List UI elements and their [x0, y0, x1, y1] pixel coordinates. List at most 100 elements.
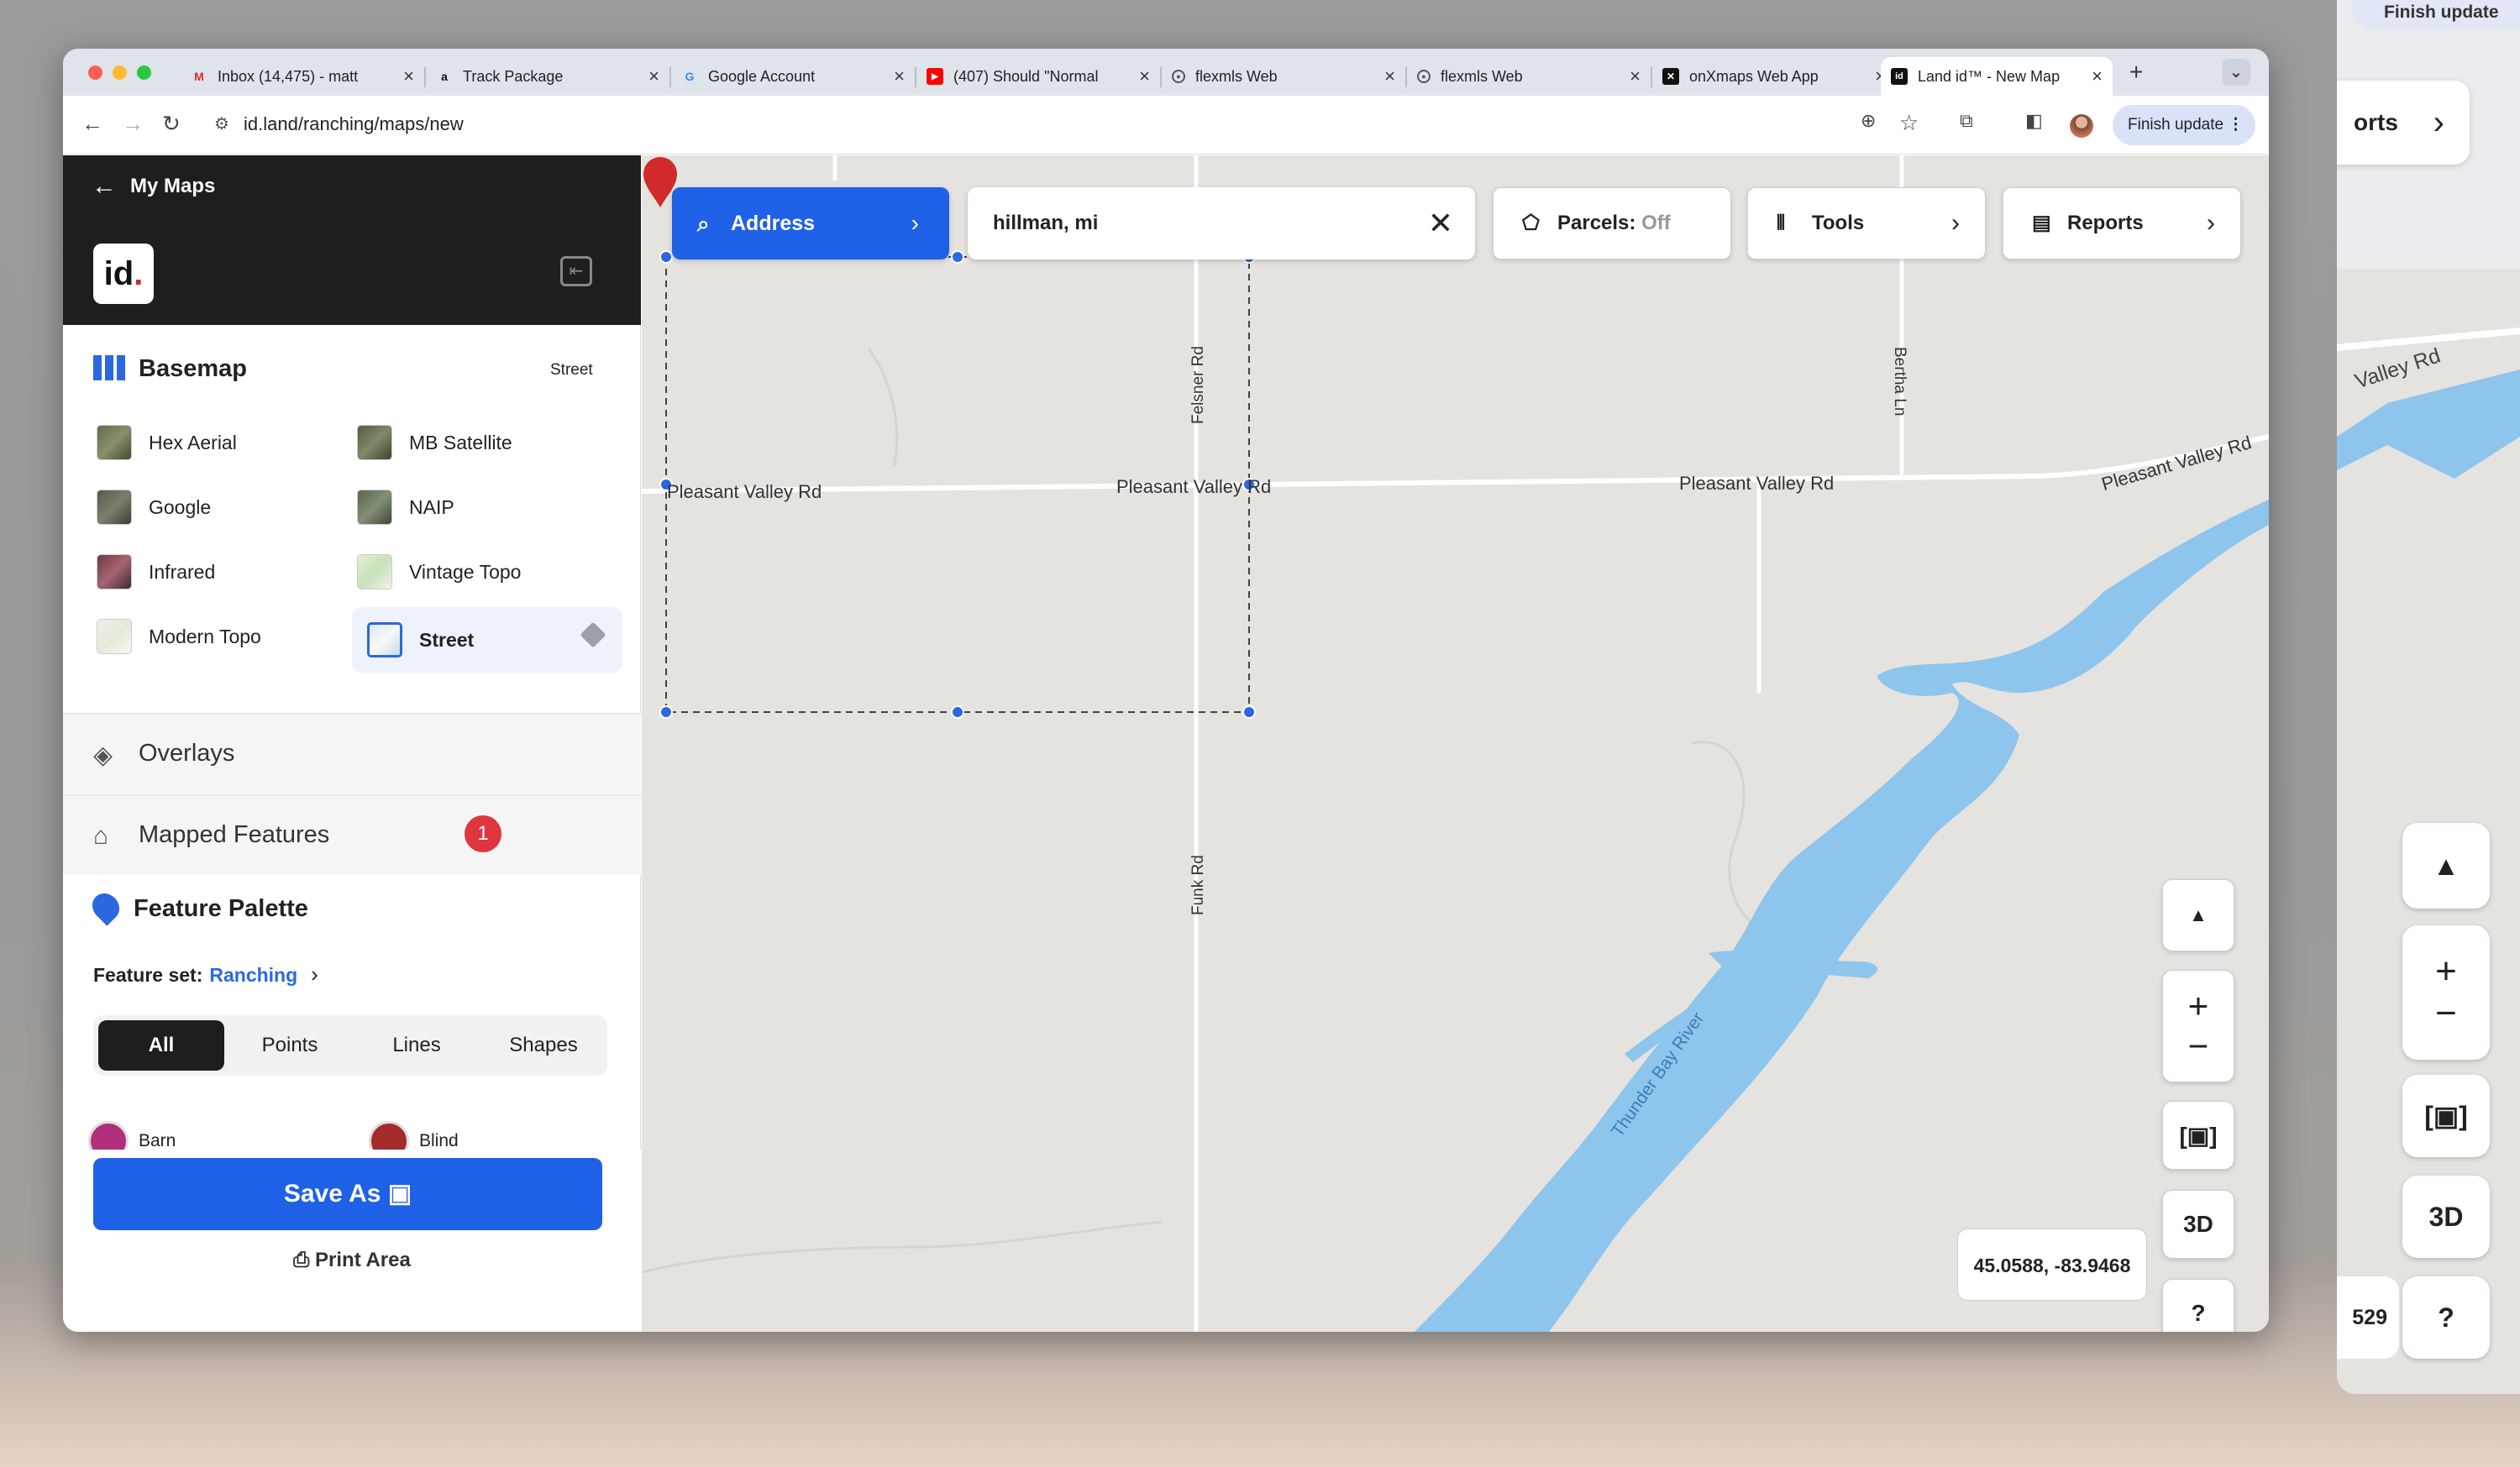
street-thumbnail: [367, 622, 402, 658]
chevron-right-icon: ›: [1951, 209, 1960, 237]
basemap-option-vintage-topo[interactable]: Vintage Topo: [357, 544, 521, 600]
location-pin-icon: [87, 888, 125, 926]
search-icon: ⌕: [697, 211, 710, 236]
coordinates-readout: 45.0588, -83.9468: [1957, 1229, 2147, 1301]
bg-zoom-buttons[interactable]: + −: [2402, 925, 2490, 1060]
tab-search-chevron-icon[interactable]: ⌄: [2222, 59, 2250, 86]
basemap-option-street[interactable]: Street: [352, 607, 622, 673]
reports-button[interactable]: ▤ Reports ›: [2003, 187, 2241, 259]
basemap-option-naip[interactable]: NAIP: [357, 479, 454, 535]
my-maps-back-link[interactable]: ← My Maps: [63, 155, 641, 217]
new-tab-button[interactable]: +: [2129, 59, 2143, 86]
mapped-features-icon: ⌂: [93, 822, 109, 850]
bg-help-button[interactable]: ?: [2402, 1276, 2490, 1359]
basemap-option-hex-aerial[interactable]: Hex Aerial: [97, 415, 237, 470]
zoom-in-button[interactable]: +: [2188, 986, 2209, 1026]
zoom-out-button[interactable]: −: [2188, 1026, 2209, 1066]
close-tab-icon[interactable]: ×: [648, 65, 659, 87]
filter-lines[interactable]: Lines: [354, 1020, 480, 1071]
extensions-puzzle-icon[interactable]: ⧉: [1960, 110, 1973, 132]
filter-shapes[interactable]: Shapes: [480, 1020, 606, 1071]
tab-flexmls-2[interactable]: ● flexmls Web ×: [1407, 57, 1651, 96]
close-tab-icon[interactable]: ×: [1139, 65, 1150, 87]
tab-gmail[interactable]: M Inbox (14,475) - matt ×: [181, 57, 424, 96]
fit-extent-button[interactable]: [▣]: [2162, 1101, 2234, 1170]
basemap-current: Street: [550, 361, 593, 379]
tab-land-id[interactable]: id Land id™ - New Map E ×: [1881, 57, 2113, 96]
site-info-icon[interactable]: ⚙: [214, 113, 229, 134]
land-id-logo: id.: [93, 244, 154, 304]
finish-update-button[interactable]: Finish update ⋮: [2113, 105, 2255, 145]
tab-track-package[interactable]: a Track Package ×: [426, 57, 669, 96]
close-tab-icon[interactable]: ×: [1384, 65, 1395, 87]
back-arrow-icon[interactable]: ←: [81, 111, 103, 137]
map-geometry: [642, 155, 2269, 1332]
minimize-window-button[interactable]: [113, 65, 127, 80]
filter-points[interactable]: Points: [227, 1020, 353, 1071]
profile-avatar[interactable]: [2070, 114, 2093, 138]
infrared-thumbnail: [97, 554, 132, 589]
collapse-sidebar-icon[interactable]: ⇤: [560, 256, 592, 286]
mapped-features-section[interactable]: ⌂ Mapped Features 1: [63, 794, 641, 875]
road-label: Bertha Ln: [1891, 347, 1908, 417]
bg-fit-button[interactable]: [▣]: [2402, 1075, 2490, 1157]
feature-set-selector[interactable]: Feature set: Ranching ›: [93, 961, 318, 988]
tab-youtube[interactable]: ▶ (407) Should "Normal ×: [916, 57, 1160, 96]
vintage-topo-thumbnail: [357, 554, 392, 589]
bg-finish-update[interactable]: Finish update: [2352, 0, 2520, 29]
feature-type-filter: All Points Lines Shapes: [93, 1015, 607, 1076]
parcels-toggle-button[interactable]: ⬠ Parcels: Off: [1493, 187, 1731, 259]
address-bar: ← → ↻ ⚙ id.land/ranching/maps/new ⊕ ☆ ⧉ …: [63, 96, 2269, 155]
tools-button[interactable]: ⫴ Tools ›: [1747, 187, 1986, 259]
zoom-window-button[interactable]: [137, 65, 151, 80]
clear-search-icon[interactable]: ✕: [1428, 187, 1453, 259]
hex-aerial-thumbnail: [97, 425, 132, 460]
zoom-icon[interactable]: ⊕: [1861, 110, 1876, 132]
road-label: Felsner Rd: [1189, 346, 1207, 424]
background-window: Finish update orts › Valley Rd ▲ + − [▣] 3…: [2337, 0, 2520, 1394]
diamond-icon: [580, 621, 606, 648]
basemap-option-infrared[interactable]: Infrared: [97, 544, 215, 600]
youtube-icon: ▶: [927, 68, 943, 85]
address-search-input[interactable]: hillman, mi ✕: [968, 187, 1475, 259]
help-button[interactable]: ?: [2162, 1279, 2234, 1332]
bg-compass-button[interactable]: ▲: [2402, 823, 2490, 909]
url-field[interactable]: id.land/ranching/maps/new: [244, 113, 464, 135]
compass-button[interactable]: ▲: [2162, 879, 2234, 951]
chevron-right-icon: ›: [911, 210, 919, 236]
road-label: Pleasant Valley Rd: [1679, 473, 1835, 494]
reload-icon[interactable]: ↻: [162, 111, 181, 137]
bg-3d-button[interactable]: 3D: [2402, 1176, 2490, 1258]
close-tab-icon[interactable]: ×: [403, 65, 414, 87]
close-tab-icon[interactable]: ×: [894, 65, 905, 87]
basemap-option-google[interactable]: Google: [97, 479, 211, 535]
printer-icon: ⎙: [293, 1249, 310, 1271]
bg-coordinates: 529: [2337, 1276, 2399, 1359]
print-area-button[interactable]: ⎙ Print Area: [63, 1249, 641, 1272]
basemap-option-modern-topo[interactable]: Modern Topo: [97, 609, 261, 664]
bg-reports-button[interactable]: orts ›: [2337, 81, 2470, 165]
3d-toggle-button[interactable]: 3D: [2162, 1190, 2234, 1259]
filter-all[interactable]: All: [98, 1020, 224, 1071]
save-icon: ▣: [387, 1180, 412, 1208]
basemap-option-mb-satellite[interactable]: MB Satellite: [357, 415, 512, 470]
reports-icon: ▤: [2032, 212, 2051, 234]
compass-icon: ▲: [2189, 904, 2208, 925]
side-panel-icon[interactable]: ◧: [2025, 110, 2043, 132]
window-controls: [88, 65, 151, 80]
overlays-section[interactable]: ◈ Overlays: [63, 713, 641, 794]
parcels-icon: ⬠: [1522, 212, 1540, 234]
map-canvas[interactable]: Pleasant Valley Rd Pleasant Valley Rd Pl…: [642, 155, 2269, 1332]
tab-google-account[interactable]: G Google Account ×: [671, 57, 915, 96]
map-icon: [93, 355, 125, 380]
bookmark-star-icon[interactable]: ☆: [1899, 110, 1919, 136]
save-as-button[interactable]: Save As ▣: [93, 1158, 602, 1230]
tab-onxmaps[interactable]: ✕ onXmaps Web App ×: [1652, 57, 1896, 96]
tab-flexmls-1[interactable]: ● flexmls Web ×: [1162, 57, 1405, 96]
forward-arrow-icon[interactable]: →: [122, 111, 144, 137]
close-tab-icon[interactable]: ×: [1630, 65, 1641, 87]
naip-thumbnail: [357, 490, 392, 525]
close-tab-icon[interactable]: ×: [2092, 65, 2103, 87]
close-window-button[interactable]: [88, 65, 102, 80]
address-search-mode-button[interactable]: ⌕ Address ›: [672, 187, 949, 259]
